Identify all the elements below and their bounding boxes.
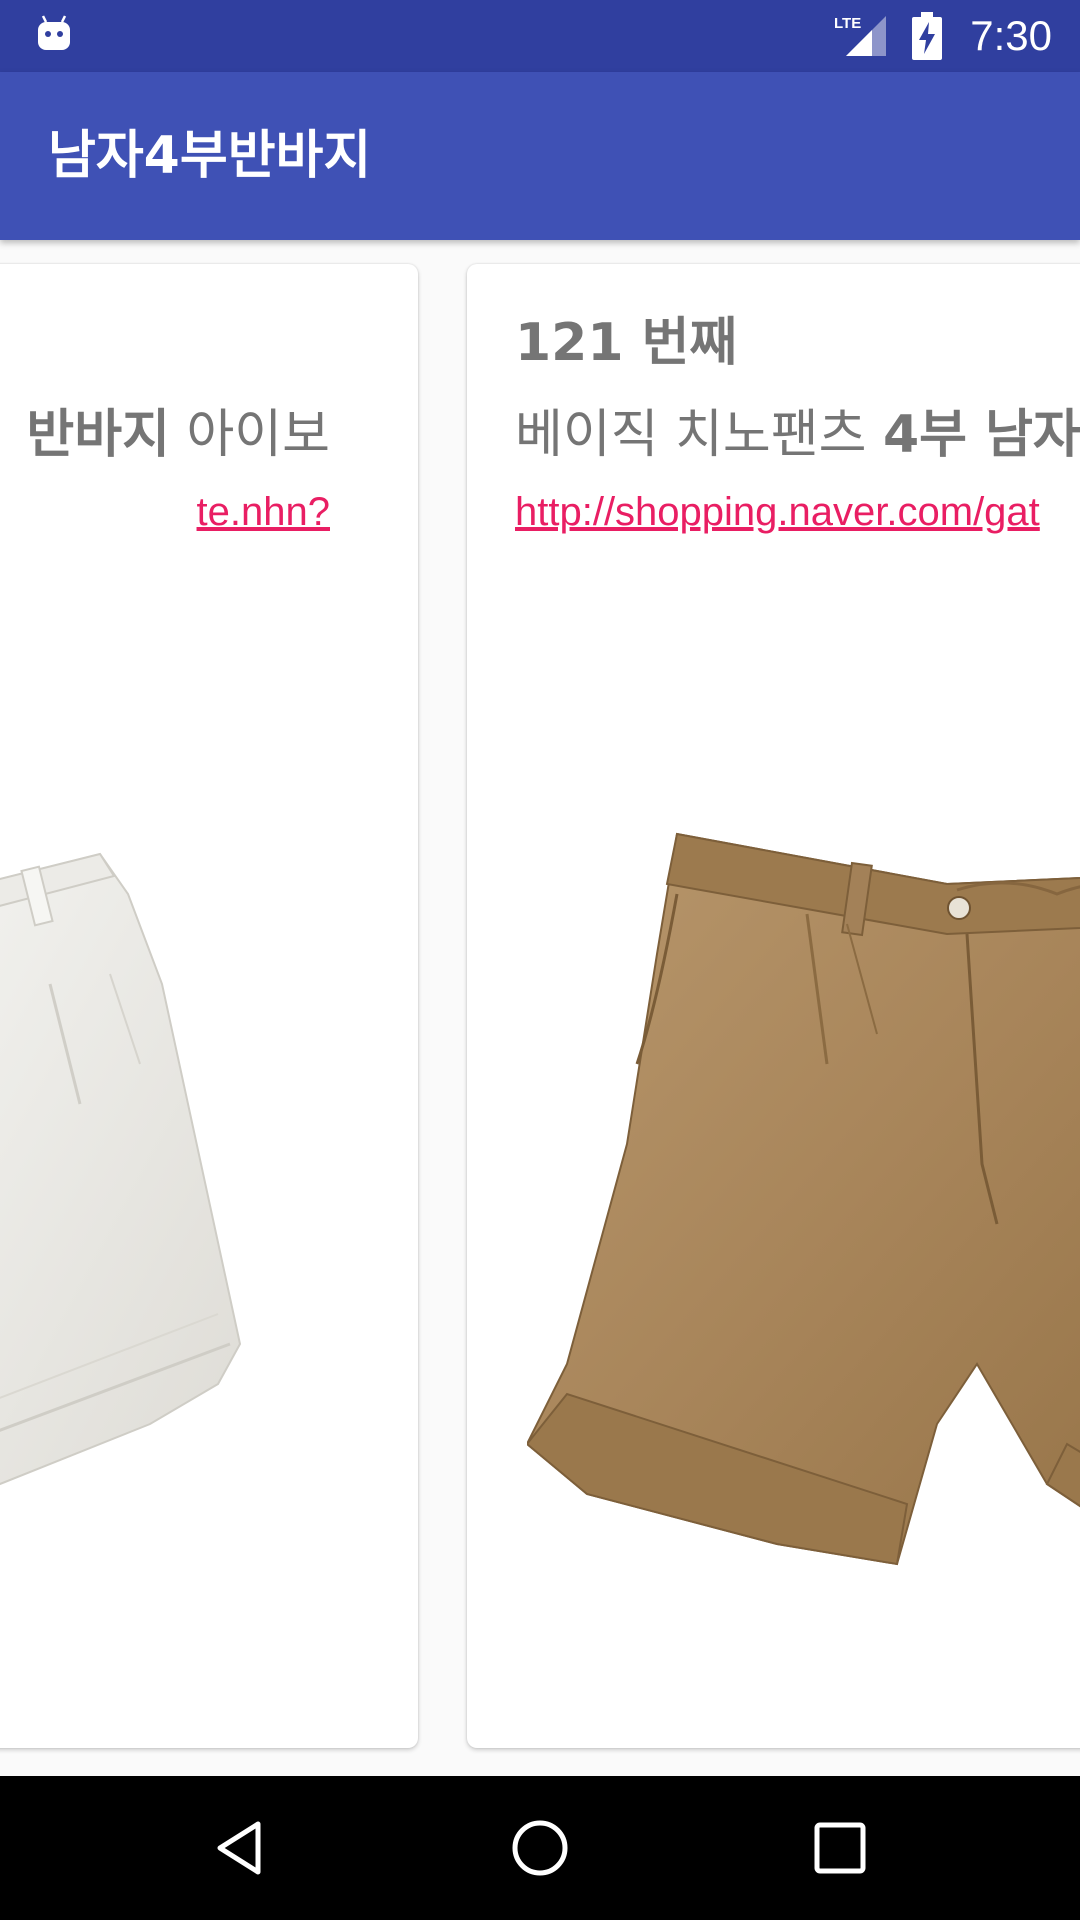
android-debug-icon — [38, 15, 70, 50]
product-description-plain: 베이직 치노팬츠 — [515, 405, 883, 465]
status-bar: LTE 7:30 — [0, 0, 1080, 72]
home-icon[interactable] — [510, 1818, 570, 1878]
product-description-rest: 아이보 — [169, 405, 330, 465]
clock: 7:30 — [970, 12, 1052, 59]
app-bar: 남자4부반바지 — [0, 72, 1080, 240]
lte-signal-icon: LTE — [834, 15, 886, 56]
battery-charging-icon — [912, 12, 942, 60]
item-number: 121 번째 — [515, 313, 738, 373]
product-link[interactable]: te.nhn? — [197, 490, 330, 535]
khaki-chino-shorts-image — [527, 832, 1080, 1566]
product-description: 베이직 치노팬츠 4부 남자 — [515, 392, 1080, 467]
product-description: 반바지 아이보 — [26, 392, 330, 467]
product-description-bold: 반바지 — [26, 405, 170, 465]
recents-icon[interactable] — [810, 1818, 870, 1878]
system-nav-bar — [0, 1776, 1080, 1920]
page-title: 남자4부반바지 — [48, 126, 372, 186]
network-label: LTE — [834, 15, 861, 32]
back-icon[interactable] — [210, 1818, 270, 1878]
product-link[interactable]: http://shopping.naver.com/gat — [515, 490, 1040, 535]
product-card[interactable]: 반바지 아이보 te.nhn? — [0, 264, 418, 1748]
product-description-bold: 4부 남자 — [882, 405, 1080, 465]
white-shorts-image — [0, 852, 242, 1486]
card-pager[interactable]: 반바지 아이보 te.nhn? 121 번째 베이직 치노팬츠 4부 남자 ht… — [0, 240, 1080, 1776]
product-card[interactable]: 121 번째 베이직 치노팬츠 4부 남자 http://shopping.na… — [467, 264, 1080, 1748]
